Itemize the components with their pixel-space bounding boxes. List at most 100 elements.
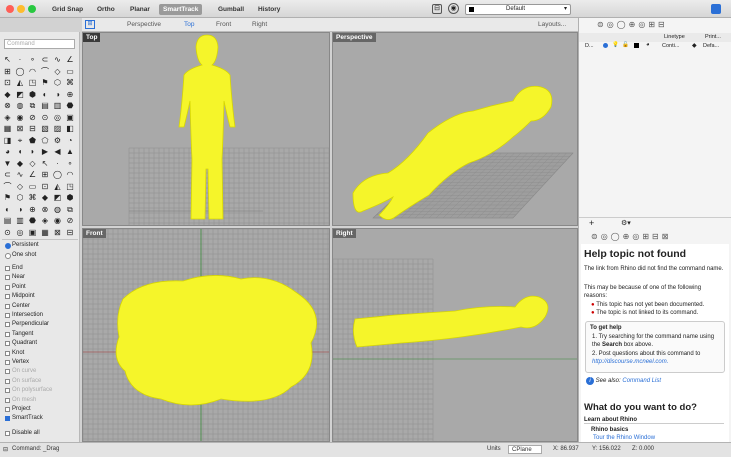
tool-icon[interactable]: · <box>15 54 26 65</box>
tool-icon[interactable]: · <box>52 158 63 169</box>
tool-icon[interactable]: ▥ <box>15 215 26 226</box>
tool-icon[interactable]: ◎ <box>52 112 63 123</box>
osnap-mode-radio[interactable] <box>5 253 11 259</box>
tool-icon[interactable]: ▧ <box>40 123 51 134</box>
lightbulb-icon[interactable]: 💡 <box>612 42 619 48</box>
tool-icon[interactable]: ◠ <box>65 169 76 180</box>
tool-icon[interactable]: ◭ <box>15 77 26 88</box>
current-layer-select[interactable]: Default ▾ <box>465 4 571 15</box>
tool-icon[interactable]: ∘ <box>27 54 38 65</box>
tool-icon[interactable]: ◖ <box>15 146 26 157</box>
tool-icon[interactable]: ◎ <box>15 227 26 238</box>
viewport-top[interactable]: Top <box>82 32 330 226</box>
tab-right[interactable]: Right <box>252 21 267 28</box>
tool-icon[interactable]: ◧ <box>65 123 76 134</box>
tool-icon[interactable]: ⊡ <box>40 181 51 192</box>
tool-icon[interactable]: ◈ <box>2 112 13 123</box>
viewport-perspective[interactable]: Perspective <box>332 32 578 226</box>
tab-top[interactable]: Top <box>184 21 194 28</box>
tool-icon[interactable]: ⌖ <box>15 135 26 146</box>
tool-icon[interactable]: ⧉ <box>27 100 38 111</box>
viewport-grid-icon[interactable]: ⊞ <box>85 20 95 29</box>
tool-icon[interactable]: ◨ <box>2 135 13 146</box>
tool-icon[interactable]: ⊡ <box>2 77 13 88</box>
osnap-mode-radio[interactable] <box>5 243 11 249</box>
tool-icon[interactable]: ↖ <box>40 158 51 169</box>
tool-icon[interactable]: ◩ <box>52 192 63 203</box>
tool-icon[interactable]: ▭ <box>27 181 38 192</box>
tool-icon[interactable]: ⊙ <box>2 227 13 238</box>
tool-icon[interactable]: ◉ <box>15 112 26 123</box>
tool-icon[interactable]: ⊕ <box>27 204 38 215</box>
osnap-checkbox[interactable] <box>5 266 10 271</box>
add-layer-icon[interactable]: + <box>589 218 594 228</box>
osnap-checkbox[interactable] <box>5 303 10 309</box>
tool-icon[interactable]: ∠ <box>65 54 76 65</box>
tool-icon[interactable]: ⊞ <box>40 169 51 180</box>
minimize-window-button[interactable] <box>17 5 25 13</box>
tool-icon[interactable]: ◆ <box>40 192 51 203</box>
tool-icon[interactable]: ▣ <box>27 227 38 238</box>
tool-icon[interactable]: ◐ <box>2 204 13 215</box>
tool-icon[interactable]: ▦ <box>2 123 13 134</box>
tool-icon[interactable]: ⊠ <box>52 227 63 238</box>
tool-icon[interactable]: ◗ <box>27 146 38 157</box>
tool-icon[interactable]: ⊘ <box>27 112 38 123</box>
tool-icon[interactable]: ⌒ <box>2 181 13 192</box>
tool-icon[interactable]: ⬡ <box>15 192 26 203</box>
layer-row[interactable]: D... 💡 🔓 ◕ Conti... ◆ Defa... <box>579 42 731 51</box>
ortho-button[interactable]: Ortho <box>93 4 119 15</box>
command-input[interactable]: Command <box>4 39 75 49</box>
tool-icon[interactable]: ∿ <box>52 54 63 65</box>
tool-icon[interactable]: ⚑ <box>2 192 13 203</box>
osnap-checkbox[interactable] <box>5 331 10 337</box>
osnap-checkbox[interactable] <box>5 341 10 347</box>
tool-icon[interactable]: ⬢ <box>65 192 76 203</box>
tool-icon[interactable]: ▼ <box>2 158 13 169</box>
tab-front[interactable]: Front <box>216 21 231 28</box>
sidebar-toggle-icon[interactable] <box>711 4 721 14</box>
tool-icon[interactable]: ∘ <box>65 158 76 169</box>
tool-icon[interactable]: ◯ <box>15 66 26 77</box>
material-icon[interactable]: ◕ <box>646 42 650 48</box>
units-label[interactable]: Units <box>487 446 501 452</box>
tool-icon[interactable]: ◑ <box>52 89 63 100</box>
viewport-title-front[interactable]: Front <box>83 229 106 238</box>
command-line[interactable]: Command: _Drag <box>12 446 59 452</box>
tool-icon[interactable]: ⬠ <box>40 135 51 146</box>
tool-icon[interactable]: ▦ <box>40 227 51 238</box>
tool-icon[interactable]: ◇ <box>52 66 63 77</box>
tour-link[interactable]: Tour the Rhino Window <box>593 435 655 441</box>
tool-icon[interactable]: ▥ <box>52 100 63 111</box>
planar-button[interactable]: Planar <box>126 4 154 15</box>
lock-icon[interactable]: 🔓 <box>622 42 629 48</box>
osnap-checkbox[interactable] <box>5 360 10 365</box>
tool-icon[interactable]: ⚙ <box>52 135 63 146</box>
tool-icon[interactable]: ⊞ <box>2 66 13 77</box>
tool-icon[interactable]: ∿ <box>15 169 26 180</box>
gear-icon[interactable]: ⚙▾ <box>621 219 631 227</box>
tool-icon[interactable]: ◭ <box>52 181 63 192</box>
tool-icon[interactable]: ⧉ <box>65 204 76 215</box>
tool-icon[interactable]: ◍ <box>15 100 26 111</box>
osnap-checkbox[interactable] <box>5 284 10 290</box>
viewport-right[interactable]: Right <box>332 228 578 442</box>
layer-color[interactable] <box>634 43 639 48</box>
tool-icon[interactable]: ↖ <box>2 54 13 65</box>
tool-icon[interactable]: ◯ <box>52 169 63 180</box>
tab-perspective[interactable]: Perspective <box>127 21 161 28</box>
gumball-button[interactable]: Gumball <box>214 4 248 15</box>
tool-icon[interactable]: ▨ <box>52 123 63 134</box>
viewport-title-top[interactable]: Top <box>83 33 101 42</box>
tool-icon[interactable]: ◈ <box>40 215 51 226</box>
osnap-checkbox[interactable] <box>5 294 10 300</box>
tool-icon[interactable]: ◀ <box>52 146 63 157</box>
tool-icon[interactable]: ◇ <box>15 181 26 192</box>
tool-icon[interactable]: ◆ <box>15 158 26 169</box>
tool-icon[interactable]: ⊂ <box>2 169 13 180</box>
tool-icon[interactable]: ◕ <box>2 146 13 157</box>
tool-icon[interactable]: ◆ <box>2 89 13 100</box>
tool-icon[interactable]: ▤ <box>2 215 13 226</box>
tool-icon[interactable]: ▤ <box>40 100 51 111</box>
osnap-checkbox[interactable] <box>5 416 10 422</box>
